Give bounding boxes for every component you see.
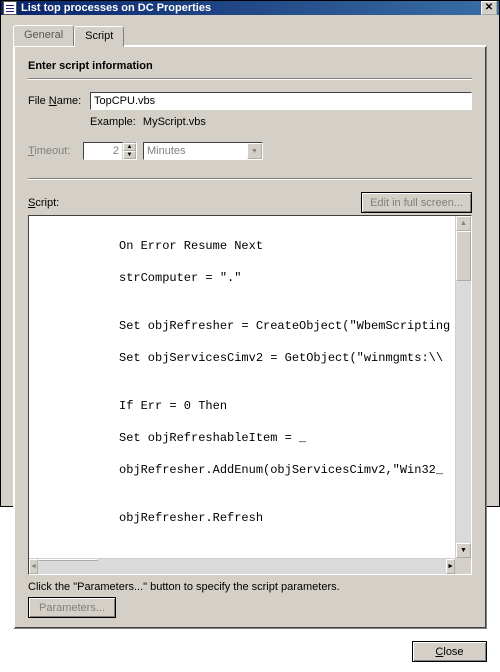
close-icon[interactable]: ✕ [481, 1, 497, 15]
tab-script[interactable]: Script [74, 26, 124, 47]
script-label: Script: [28, 197, 59, 209]
tab-panel-script: Enter script information File Name: Exam… [13, 45, 487, 629]
scroll-thumb[interactable] [456, 231, 471, 281]
chevron-down-icon[interactable]: ▼ [247, 143, 262, 159]
dialog-body: General Script Enter script information … [1, 15, 499, 635]
script-header: Script: Edit in full screen... [28, 192, 472, 213]
filename-input[interactable] [90, 92, 472, 110]
close-button[interactable]: Close [412, 641, 487, 662]
spin-up-icon[interactable]: ▲ [123, 143, 136, 151]
scroll-up-icon[interactable]: ▲ [456, 216, 471, 231]
timeout-unit-value: Minutes [147, 145, 186, 157]
scroll-down-icon[interactable]: ▼ [456, 543, 471, 558]
filename-row: File Name: [28, 92, 472, 110]
timeout-row: Timeout: ▲ ▼ Minutes ▼ [28, 142, 472, 160]
timeout-spinner[interactable]: ▲ ▼ [83, 142, 137, 160]
parameters-hint: Click the "Parameters..." button to spec… [28, 581, 472, 593]
spin-buttons: ▲ ▼ [123, 142, 137, 160]
scroll-corner [455, 558, 471, 574]
tab-strip: General Script [13, 25, 487, 46]
divider [28, 78, 472, 80]
window-title: List top processes on DC Properties [21, 2, 481, 14]
example-label: Example: [90, 116, 136, 128]
horizontal-scrollbar[interactable]: ◄ ► [29, 558, 455, 574]
section-title: Enter script information [28, 60, 472, 72]
edit-fullscreen-button[interactable]: Edit in full screen... [361, 192, 472, 213]
example-value: MyScript.vbs [143, 116, 206, 128]
timeout-label: Timeout: [28, 145, 83, 157]
divider [28, 178, 472, 180]
scroll-thumb[interactable] [38, 559, 98, 561]
timeout-value[interactable] [83, 142, 123, 160]
dialog-button-bar: Close [1, 635, 499, 672]
tab-general[interactable]: General [13, 25, 74, 46]
scroll-right-icon[interactable]: ► [446, 559, 455, 574]
parameters-button[interactable]: Parameters... [28, 597, 116, 618]
scroll-left-icon[interactable]: ◄ [29, 559, 38, 574]
titlebar: List top processes on DC Properties ✕ [1, 1, 499, 15]
app-icon [3, 1, 17, 15]
filename-example: Example: MyScript.vbs [90, 116, 472, 128]
scroll-track[interactable] [456, 231, 471, 543]
filename-label: File Name: [28, 95, 90, 107]
script-editor[interactable]: On Error Resume Next strComputer = "." S… [28, 215, 472, 575]
properties-dialog: List top processes on DC Properties ✕ Ge… [0, 0, 500, 507]
spin-down-icon[interactable]: ▼ [123, 151, 136, 159]
scroll-track[interactable] [38, 559, 446, 574]
timeout-unit-combo[interactable]: Minutes ▼ [143, 142, 263, 160]
